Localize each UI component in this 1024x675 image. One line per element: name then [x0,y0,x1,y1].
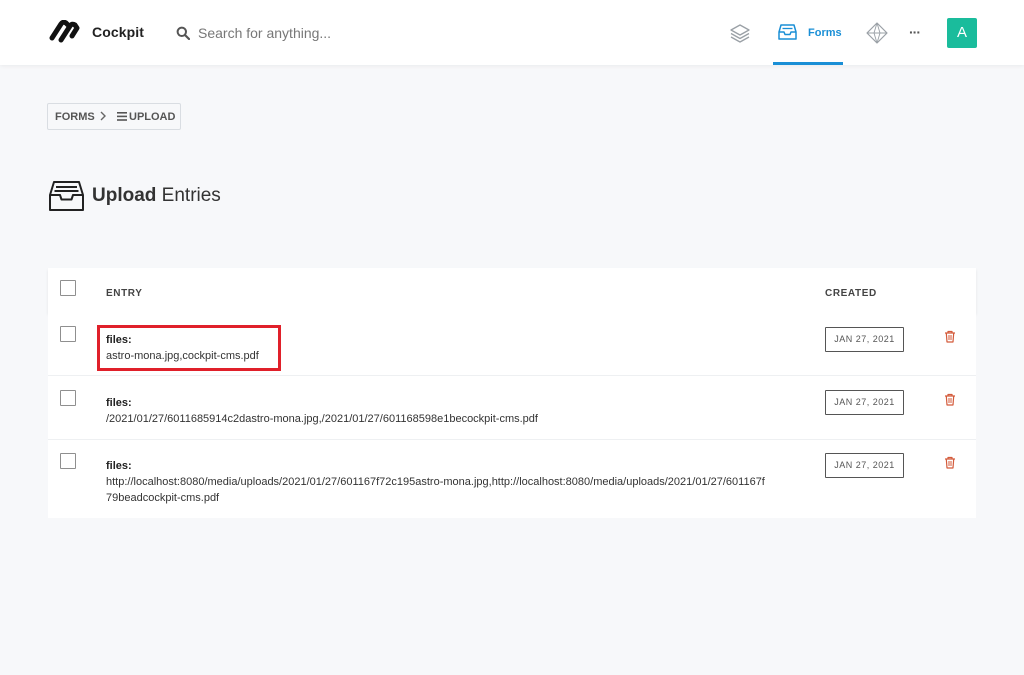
entry-field-key: files: [106,334,132,346]
app-name[interactable]: Cockpit [92,24,144,40]
nav-forms-tab[interactable]: Forms [773,0,843,65]
entry-field-value[interactable]: /2021/01/27/6011685914c2dastro-mona.jpg,… [106,411,766,427]
chevron-right-icon [100,111,106,121]
entries-table: ENTRY CREATED files: astro-mona.jpg,cock… [48,268,976,518]
trash-icon[interactable] [944,330,956,343]
created-date-badge: JAN 27, 2021 [825,327,904,352]
breadcrumb-forms-link[interactable]: FORMS [55,111,95,123]
column-header-created[interactable]: CREATED [825,288,877,299]
entry-field-value[interactable]: http://localhost:8080/media/uploads/2021… [106,474,766,506]
diamond-icon[interactable] [866,22,888,44]
entry-field-key: files: [106,397,132,409]
inbox-icon [778,24,797,40]
search-input[interactable] [198,21,458,45]
active-tab-indicator [773,62,843,65]
more-menu-icon[interactable]: ··· [909,22,923,42]
cockpit-logo-icon[interactable] [49,20,80,43]
breadcrumb: FORMS UPLOAD [47,103,181,130]
created-date-badge: JAN 27, 2021 [825,453,904,478]
search-icon [176,26,190,40]
row-checkbox[interactable] [60,326,76,342]
breadcrumb-upload-link[interactable]: UPLOAD [129,111,175,123]
layers-icon[interactable] [729,22,751,44]
row-checkbox[interactable] [60,453,76,469]
page-title-form-name: Upload [92,185,157,206]
entry-field-key: files: [106,460,132,472]
column-header-entry[interactable]: ENTRY [106,288,143,299]
trash-icon[interactable] [944,456,956,469]
trash-icon[interactable] [944,393,956,406]
table-header: ENTRY CREATED [48,268,976,313]
top-header: Cockpit Forms ··· A [0,0,1024,65]
created-date-badge: JAN 27, 2021 [825,390,904,415]
page-title-suffix: Entries [161,185,221,206]
nav-forms-label: Forms [808,27,842,39]
select-all-checkbox[interactable] [60,280,76,296]
list-icon [117,112,127,121]
table-row: files: astro-mona.jpg,cockpit-cms.pdf JA… [48,313,976,376]
user-avatar[interactable]: A [947,18,977,48]
page-title: Upload Entries [92,185,221,207]
entry-field-value[interactable]: astro-mona.jpg,cockpit-cms.pdf [106,348,766,364]
table-row: files: /2021/01/27/6011685914c2dastro-mo… [48,376,976,440]
row-checkbox[interactable] [60,390,76,406]
form-inbox-icon [49,181,84,211]
table-row: files: http://localhost:8080/media/uploa… [48,440,976,518]
